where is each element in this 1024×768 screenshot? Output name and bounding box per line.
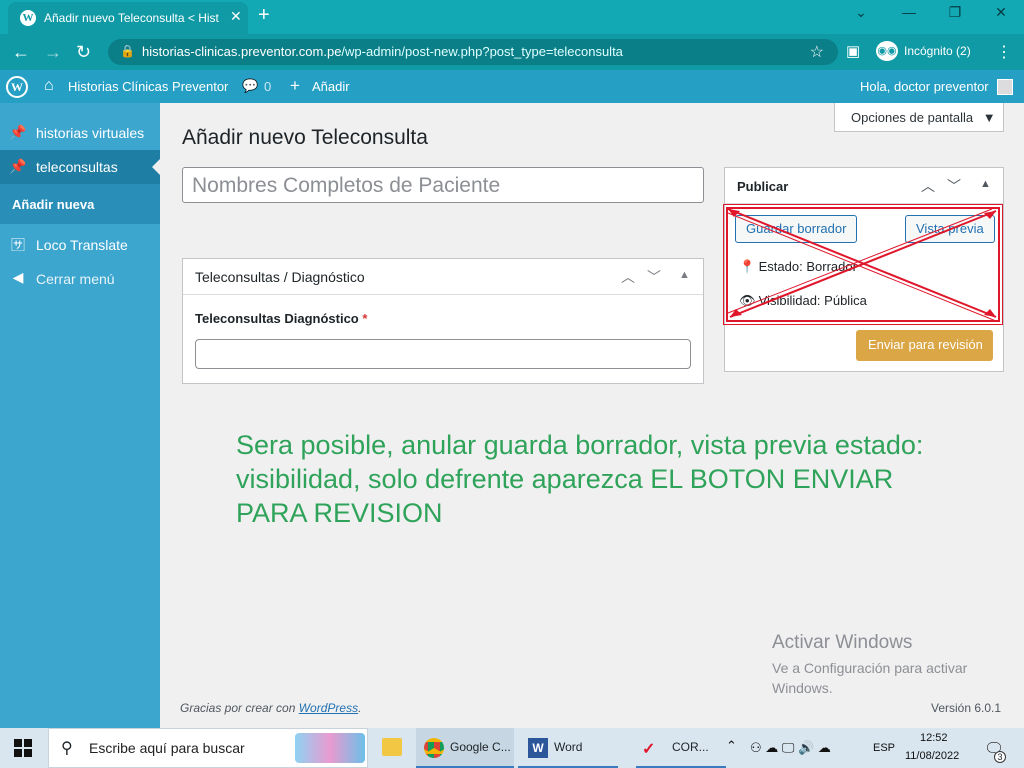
- home-icon: ⌂: [44, 77, 54, 94]
- chrome-icon: [424, 738, 444, 758]
- tab-search-icon[interactable]: ⌄: [838, 4, 884, 21]
- restore-button[interactable]: ❐: [932, 4, 978, 21]
- windows-start-icon[interactable]: [14, 739, 32, 757]
- sidebar-item-collapse[interactable]: ◀ Cerrar menú: [0, 262, 160, 296]
- minimize-button[interactable]: —: [886, 4, 932, 20]
- avatar[interactable]: [997, 79, 1013, 95]
- browser-tab[interactable]: W Añadir nuevo Teleconsulta < Hist ✕: [8, 2, 248, 34]
- toggle-panel-icon[interactable]: ▲: [980, 178, 991, 190]
- lock-icon: 🔒: [120, 44, 135, 58]
- move-up-icon[interactable]: ︿: [921, 176, 935, 196]
- collapse-icon: ◀: [12, 269, 24, 285]
- toggle-panel-icon[interactable]: ▲: [679, 269, 690, 281]
- site-name-link[interactable]: Historias Clínicas Preventor: [68, 79, 228, 94]
- clock-time[interactable]: 12:52: [920, 732, 948, 744]
- wordpress-icon: W: [20, 10, 36, 26]
- wp-version: Versión 6.0.1: [931, 701, 1002, 715]
- notifications-count: 3: [994, 751, 1006, 763]
- comments-count[interactable]: 0: [264, 79, 271, 94]
- metabox-header: Teleconsultas / Diagnóstico ︿ ﹀ ▲: [183, 259, 703, 295]
- new-tab-button[interactable]: +: [258, 4, 270, 27]
- taskbar-search[interactable]: ⚲ Escribe aquí para buscar: [48, 728, 368, 768]
- windows-activation-watermark: Activar Windows Ve a Configuración para …: [772, 632, 968, 696]
- url-text: historias-clinicas.preventor.com.pe/wp-a…: [142, 44, 623, 59]
- plus-icon: +: [290, 76, 300, 95]
- sidebar-toggle-icon[interactable]: ▣: [846, 42, 860, 60]
- current-indicator: [152, 159, 160, 175]
- url-field[interactable]: 🔒 historias-clinicas.preventor.com.pe/wp…: [108, 39, 838, 65]
- move-down-icon[interactable]: ﹀: [947, 176, 961, 196]
- tray-expand-icon[interactable]: ⌃: [726, 738, 737, 754]
- patient-name-input[interactable]: Nombres Completos de Paciente: [182, 167, 704, 203]
- incognito-badge[interactable]: ◉◉ Incógnito (2): [876, 41, 971, 61]
- pin-icon: 📌: [9, 158, 27, 174]
- tab-title: Añadir nuevo Teleconsulta < Hist: [44, 11, 219, 25]
- screen-options-button[interactable]: Opciones de pantalla ▼: [834, 103, 1004, 132]
- sidebar-item-anadir-nueva[interactable]: Añadir nueva: [0, 184, 160, 224]
- corel-icon: ✓: [642, 741, 656, 758]
- clock-date[interactable]: 11/08/2022: [905, 750, 959, 762]
- move-down-icon[interactable]: ﹀: [647, 267, 661, 287]
- translate-icon: 🈂: [11, 237, 25, 253]
- sidebar-item-teleconsultas[interactable]: 📌 teleconsultas: [0, 150, 160, 184]
- diagnostic-field-label: Teleconsultas Diagnóstico *: [195, 311, 368, 326]
- taskbar-word[interactable]: W Word: [518, 728, 618, 768]
- sidebar-item-loco-translate[interactable]: 🈂 Loco Translate: [0, 228, 160, 262]
- word-icon: W: [528, 738, 548, 758]
- caret-down-icon: ▼: [982, 110, 996, 125]
- publish-title: Publicar: [737, 179, 789, 194]
- close-tab-icon[interactable]: ✕: [230, 8, 242, 25]
- browser-menu-icon[interactable]: ⋮: [996, 42, 1012, 62]
- bookmark-star-icon[interactable]: ☆: [810, 42, 824, 62]
- taskbar-chrome[interactable]: Google C...: [416, 728, 514, 768]
- tray-icons[interactable]: ⚇ ☁ 🖵 🔊 ☁: [750, 740, 831, 756]
- incognito-icon: ◉◉: [876, 41, 898, 61]
- reload-icon[interactable]: ↻: [76, 42, 91, 63]
- footer-credit: Gracias por crear con WordPress.: [180, 701, 362, 715]
- annotation-text: Sera posible, anular guarda borrador, vi…: [236, 430, 924, 528]
- submit-for-review-button[interactable]: Enviar para revisión: [856, 330, 993, 361]
- language-indicator[interactable]: ESP: [873, 742, 895, 754]
- move-up-icon[interactable]: ︿: [621, 267, 635, 287]
- new-content-link[interactable]: Añadir: [312, 79, 350, 94]
- wordpress-logo-icon[interactable]: W: [6, 76, 28, 98]
- page-title: Añadir nuevo Teleconsulta: [182, 126, 428, 149]
- diagnostic-input[interactable]: [195, 339, 691, 369]
- metabox-title: Teleconsultas / Diagnóstico: [195, 269, 365, 285]
- account-greeting[interactable]: Hola, doctor preventor: [860, 79, 989, 94]
- taskbar-corel[interactable]: ✓ COR...: [636, 728, 726, 768]
- close-window-button[interactable]: ✕: [978, 4, 1024, 21]
- annotation-cross: [727, 208, 997, 322]
- publish-header: Publicar ︿ ﹀ ▲: [725, 168, 1003, 204]
- sidebar-item-historias[interactable]: 📌 historias virtuales: [0, 115, 160, 149]
- forward-icon[interactable]: →: [44, 42, 62, 63]
- search-highlight-icon: [295, 733, 365, 763]
- diagnostic-metabox: Teleconsultas / Diagnóstico ︿ ﹀ ▲ Teleco…: [182, 258, 704, 384]
- search-icon: ⚲: [61, 740, 73, 757]
- file-explorer-icon[interactable]: [382, 738, 402, 756]
- pin-icon: 📌: [9, 124, 27, 140]
- comments-icon[interactable]: 💬: [242, 78, 258, 94]
- wordpress-link[interactable]: WordPress: [299, 701, 358, 715]
- back-icon[interactable]: ←: [12, 42, 30, 63]
